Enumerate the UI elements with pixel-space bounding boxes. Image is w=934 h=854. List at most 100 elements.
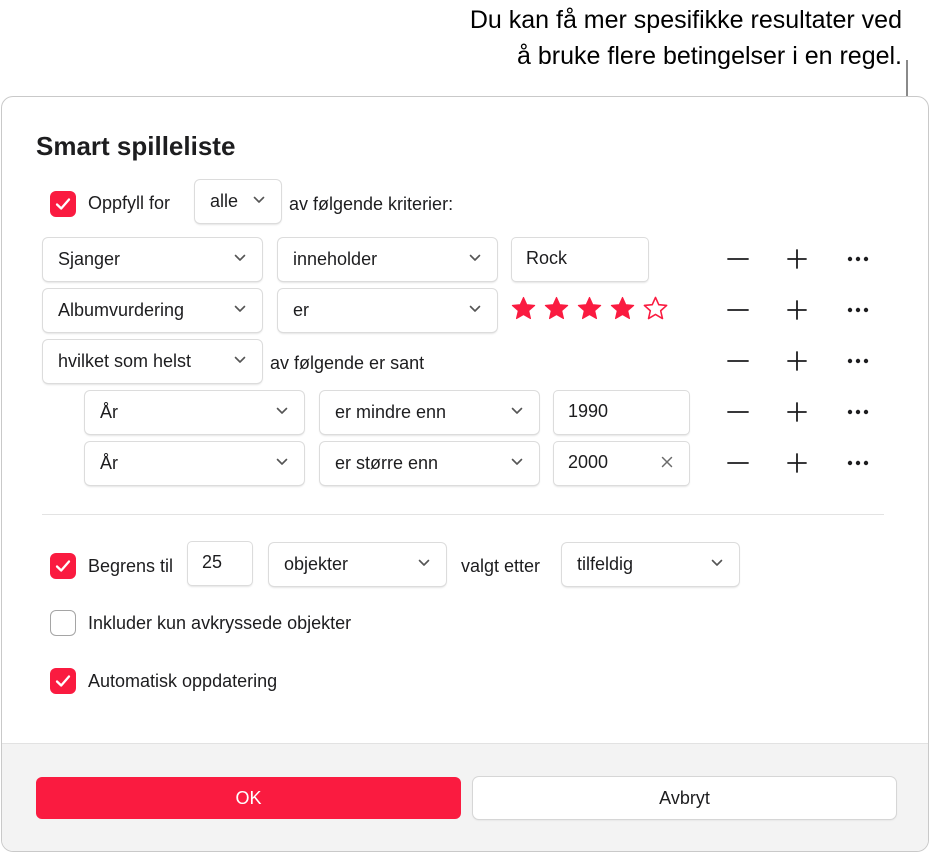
rule-2-field-value: Albumvurdering <box>58 300 185 320</box>
nested-rule-1-field-popup[interactable]: År <box>85 391 304 434</box>
ellipsis-icon <box>847 460 869 466</box>
callout-annotation: Du kan få mer spesifikke resultater ved … <box>342 2 902 74</box>
nested-rule-2-value-field[interactable]: 2000 <box>554 442 689 485</box>
match-selector-popup[interactable]: alle <box>195 180 281 223</box>
minus-icon <box>727 360 749 362</box>
ok-button[interactable]: OK <box>36 777 461 819</box>
star-filled-icon[interactable] <box>576 295 603 322</box>
checked-only-label: Inkluder kun avkryssede objekter <box>88 613 352 633</box>
chevron-down-icon <box>276 458 288 465</box>
dialog-title: Smart spilleliste <box>36 131 236 161</box>
nested-rule-2-more-button[interactable] <box>844 449 872 477</box>
chevron-down-icon <box>234 356 246 363</box>
limit-value-text: 25 <box>202 552 223 572</box>
rule-1-field-value: Sjanger <box>58 249 121 269</box>
nested-rule-2-operator-popup[interactable]: er større enn <box>320 442 539 485</box>
match-label: Oppfyll for <box>88 193 171 213</box>
nested-rule-1-operator-value: er mindre enn <box>335 402 447 422</box>
nested-rule-2-field-value: År <box>100 453 118 473</box>
nested-rule-1-remove-button[interactable] <box>724 398 752 426</box>
rule-1-add-button[interactable] <box>783 245 811 273</box>
nested-add-button[interactable] <box>783 347 811 375</box>
nested-rule-2-add-button[interactable] <box>783 449 811 477</box>
star-empty-icon[interactable] <box>642 295 669 322</box>
nested-remove-button[interactable] <box>724 347 752 375</box>
nested-rule-1-more-button[interactable] <box>844 398 872 426</box>
ellipsis-icon <box>847 358 869 364</box>
plus-icon <box>787 402 807 422</box>
rule-2-remove-button[interactable] <box>724 296 752 324</box>
rule-1-operator-value: inneholder <box>293 249 378 269</box>
chevron-down-icon <box>276 407 288 414</box>
minus-icon <box>727 258 749 260</box>
plus-icon <box>787 351 807 371</box>
limit-unit-popup[interactable]: objekter <box>269 543 446 586</box>
match-suffix-label: av følgende kriterier: <box>289 194 454 214</box>
limit-unit-value: objekter <box>284 554 349 574</box>
rule-1-more-button[interactable] <box>844 245 872 273</box>
nested-rule-2-operator-value: er større enn <box>335 453 439 473</box>
selected-by-popup[interactable]: tilfeldig <box>562 543 739 586</box>
rule-1-field-popup[interactable]: Sjanger <box>43 238 262 281</box>
cancel-button[interactable]: Avbryt <box>473 777 896 819</box>
limit-checkbox[interactable] <box>50 553 76 579</box>
live-update-label: Automatisk oppdatering <box>88 671 278 691</box>
rule-2-operator-value: er <box>293 300 310 320</box>
chevron-down-icon <box>253 196 265 203</box>
callout-line-2: å bruke flere betingelser i en regel. <box>517 42 902 70</box>
nested-rule-2-remove-button[interactable] <box>724 449 752 477</box>
chevron-down-icon <box>469 254 481 261</box>
live-update-checkbox[interactable] <box>50 668 76 694</box>
limit-value-field[interactable]: 25 <box>188 542 252 585</box>
nested-rule-2-field-popup[interactable]: År <box>85 442 304 485</box>
chevron-down-icon <box>234 305 246 312</box>
nested-rule-2-value-text: 2000 <box>568 452 609 472</box>
selected-by-value: tilfeldig <box>577 554 634 574</box>
chevron-down-icon <box>418 559 430 566</box>
plus-icon <box>787 249 807 269</box>
selected-by-label: valgt etter <box>461 556 541 576</box>
rule-2-operator-popup[interactable]: er <box>278 289 497 332</box>
checked-only-checkbox[interactable] <box>50 610 76 636</box>
checkmark-icon <box>55 675 71 687</box>
minus-icon <box>727 411 749 413</box>
rule-1-value-field[interactable]: Rock <box>512 238 648 281</box>
minus-icon <box>727 309 749 311</box>
checkmark-icon <box>55 560 71 572</box>
chevron-down-icon <box>469 305 481 312</box>
nested-rule-1-value-field[interactable]: 1990 <box>554 391 689 434</box>
match-selector-value: alle <box>210 191 239 211</box>
callout-line-1: Du kan få mer spesifikke resultater ved <box>469 6 902 34</box>
minus-icon <box>727 462 749 464</box>
checkmark-icon <box>55 198 71 210</box>
nested-selector-value: hvilket som helst <box>58 351 192 371</box>
plus-icon <box>787 453 807 473</box>
dialog-footer: OK Avbryt <box>2 743 928 851</box>
rule-2-add-button[interactable] <box>783 296 811 324</box>
nested-rule-1-operator-popup[interactable]: er mindre enn <box>320 391 539 434</box>
nested-rule-1-value-text: 1990 <box>568 401 609 421</box>
ellipsis-icon <box>847 307 869 313</box>
chevron-down-icon <box>711 559 723 566</box>
star-filled-icon[interactable] <box>543 295 570 322</box>
limit-label: Begrens til <box>88 556 174 576</box>
nested-more-button[interactable] <box>844 347 872 375</box>
rule-1-remove-button[interactable] <box>724 245 752 273</box>
star-filled-icon[interactable] <box>510 295 537 322</box>
ellipsis-icon <box>847 409 869 415</box>
nested-rule-1-add-button[interactable] <box>783 398 811 426</box>
rating-stars[interactable] <box>510 295 669 322</box>
section-divider <box>42 514 884 515</box>
match-checkbox[interactable] <box>50 191 76 217</box>
rule-1-value-text: Rock <box>526 248 568 268</box>
clear-icon[interactable] <box>661 456 673 468</box>
nested-rule-1-field-value: År <box>100 402 118 422</box>
rule-2-more-button[interactable] <box>844 296 872 324</box>
rule-2-field-popup[interactable]: Albumvurdering <box>43 289 262 332</box>
plus-icon <box>787 300 807 320</box>
smart-playlist-dialog: Smart spilleliste Oppfyll for alle av fø… <box>1 96 929 852</box>
rule-1-operator-popup[interactable]: inneholder <box>278 238 497 281</box>
nested-selector-popup[interactable]: hvilket som helst <box>43 340 262 383</box>
chevron-down-icon <box>511 458 523 465</box>
star-filled-icon[interactable] <box>609 295 636 322</box>
